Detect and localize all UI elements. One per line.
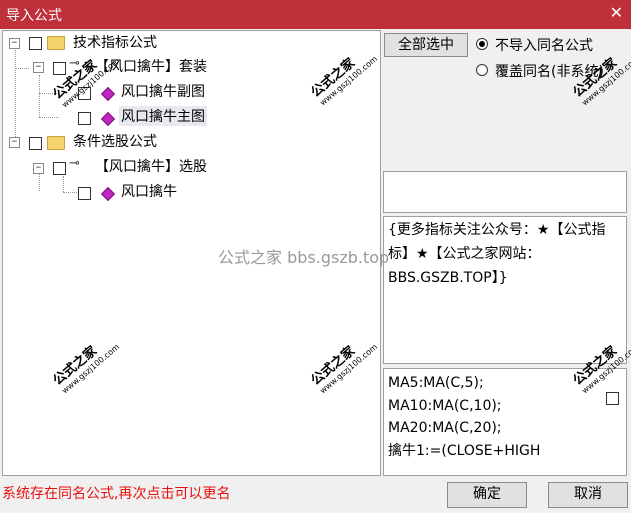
code-checkbox[interactable] [606,392,619,405]
tree-line [15,47,16,143]
tree-line [15,68,29,69]
tree-line [39,75,40,117]
checkbox-stock-screening[interactable] [29,137,42,150]
folder-icon [47,136,65,150]
checkbox-tech-indicators[interactable] [29,37,42,50]
radio-no-import-label[interactable]: 不导入同名公式 [495,35,593,55]
radio-no-import[interactable] [476,38,488,50]
radio-overwrite[interactable] [476,64,488,76]
collapse-icon[interactable]: − [33,163,44,174]
title-bar: 导入公式 ✕ [0,0,631,29]
ok-button[interactable]: 确定 [447,482,527,508]
tree-line [39,171,40,191]
name-field[interactable] [383,171,627,213]
code-text: MA5:MA(C,5); MA10:MA(C,10); MA20:MA(C,20… [388,372,540,462]
formula-icon [100,86,116,102]
formula-icon [100,111,116,127]
center-watermark: 公式之家 bbs.gszb.top [218,248,390,267]
folder-icon [47,36,65,50]
checkbox-main-chart[interactable] [78,112,91,125]
checkbox-screen-formula[interactable] [78,187,91,200]
collapse-icon[interactable]: − [9,137,20,148]
code-line: MA5:MA(C,5); [388,375,484,391]
tree-label-sub-chart[interactable]: 风口擒牛副图 [121,81,205,101]
select-all-button[interactable]: 全部选中 [384,33,468,57]
tree-label-main-chart[interactable]: 风口擒牛主图 [119,106,207,126]
code-line: MA10:MA(C,10); [388,397,502,414]
status-message: 系统存在同名公式,再次点击可以更名 [2,486,231,502]
cancel-button[interactable]: 取消 [548,482,628,508]
code-line: MA20:MA(C,20); [388,420,502,436]
formula-icon [100,186,116,202]
window-title: 导入公式 [6,8,62,24]
tree-label-screen-suite[interactable]: 【风口擒牛】选股 [95,156,207,176]
tree-label-stock-screening[interactable]: 条件选股公式 [73,131,157,151]
collapse-icon[interactable]: − [9,38,20,49]
collapse-icon[interactable]: − [33,62,44,73]
tree-line [39,117,59,118]
code-line: 擒牛1:=(CLOSE+HIGH [388,442,541,459]
checkbox-screen-suite[interactable] [53,162,66,175]
tree-label-tech-indicators[interactable]: 技术指标公式 [73,32,157,52]
tree-line [63,176,64,192]
tree-label-screen-formula[interactable]: 风口擒牛 [121,181,177,201]
key-icon: ⊸ [69,156,80,171]
close-icon[interactable]: ✕ [610,3,623,22]
description-text: {更多指标关注公众号：★【公式指标】★【公式之家网站：BBS.GSZB.TOP】… [388,222,606,286]
